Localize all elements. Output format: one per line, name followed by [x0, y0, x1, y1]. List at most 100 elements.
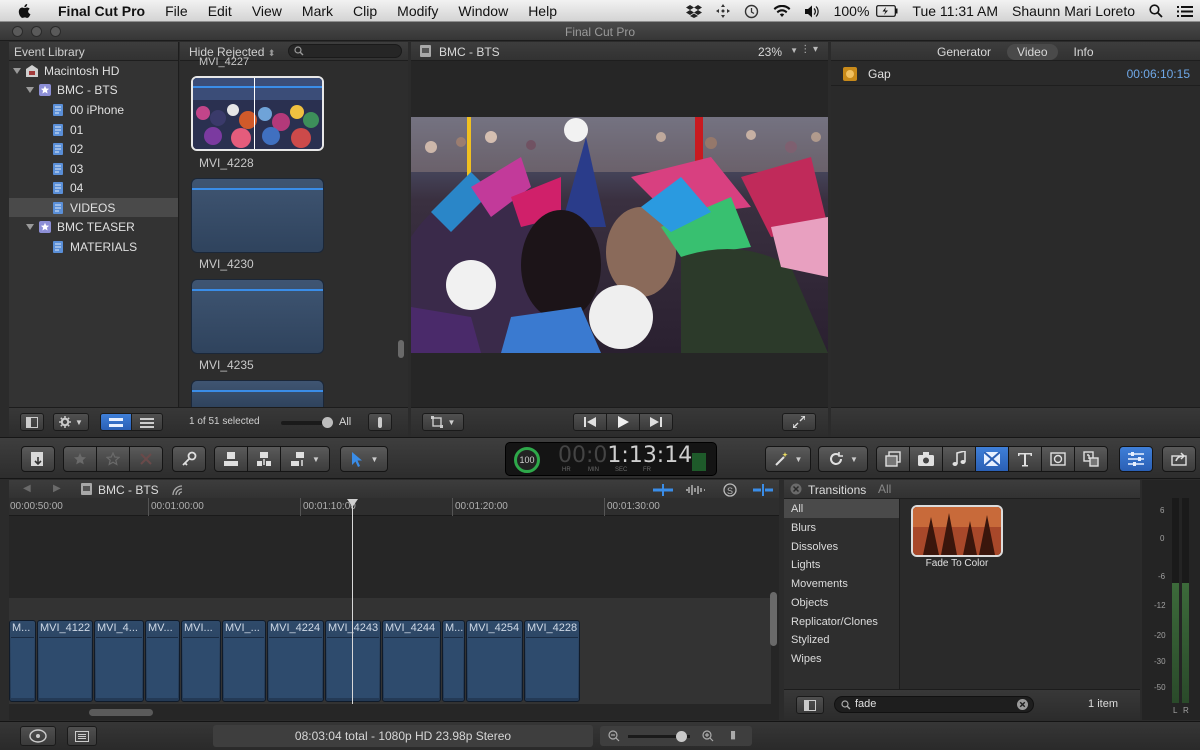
timeline-clip[interactable]: MV...: [145, 620, 180, 702]
fullscreen-button[interactable]: [782, 413, 816, 431]
transitions-search-field[interactable]: fade: [834, 696, 1034, 713]
tab-info[interactable]: Info: [1064, 44, 1104, 60]
zoom-dropdown-icon[interactable]: ▼: [790, 46, 798, 55]
clear-search-icon[interactable]: [1017, 699, 1028, 710]
volume-icon[interactable]: [804, 5, 820, 18]
timeline-zoom-control[interactable]: ▮: [600, 726, 752, 746]
clip-thumbnail-mvi-4235[interactable]: [191, 279, 324, 354]
tab-video[interactable]: Video: [1007, 44, 1058, 60]
insert-clip-button[interactable]: [247, 446, 281, 472]
menu-app-name[interactable]: Final Cut Pro: [48, 3, 155, 19]
inspector-toggle-button[interactable]: [1119, 446, 1153, 472]
category-blurs[interactable]: Blurs: [784, 518, 899, 537]
timeline-clip[interactable]: MVI_4...: [94, 620, 144, 702]
timeline-clip[interactable]: MVI_4243: [325, 620, 381, 702]
clock[interactable]: Tue 11:31 AM: [912, 3, 998, 19]
transition-thumbnail-fade-to-color[interactable]: [911, 505, 1003, 557]
audio-skimming-icon[interactable]: [685, 484, 705, 496]
menu-mark[interactable]: Mark: [292, 3, 343, 19]
timeline-clip[interactable]: MVI_4228: [524, 620, 580, 702]
menu-view[interactable]: View: [242, 3, 292, 19]
browser-scrollbar[interactable]: [398, 340, 404, 358]
photo-browser-button[interactable]: [909, 446, 943, 472]
disclosure-triangle-icon[interactable]: [26, 223, 34, 230]
zoom-options-icon[interactable]: ▮: [730, 728, 744, 744]
clip-thumbnail-mvi-4228[interactable]: [191, 76, 324, 151]
category-movements[interactable]: Movements: [784, 574, 899, 593]
primary-storyline[interactable]: M... MVI_4122 MVI_4... MV... MVI... MVI_…: [9, 598, 771, 704]
timeline-clip[interactable]: MVI_4244: [382, 620, 441, 702]
favorite-button[interactable]: [63, 446, 97, 472]
previous-edit-button[interactable]: [573, 413, 607, 431]
library-item-materials[interactable]: MATERIALS: [9, 237, 178, 256]
category-dissolves[interactable]: Dissolves: [784, 537, 899, 556]
apple-logo-icon[interactable]: [16, 2, 34, 20]
library-item-videos[interactable]: VIDEOS: [9, 198, 178, 217]
library-item-02[interactable]: 02: [9, 139, 178, 158]
menu-edit[interactable]: Edit: [198, 3, 242, 19]
toggle-sidebar-button[interactable]: [796, 696, 824, 714]
generators-browser-button[interactable]: [1041, 446, 1075, 472]
timeline-clip[interactable]: MVI_...: [222, 620, 266, 702]
browser-search-field[interactable]: [288, 44, 402, 58]
notification-center-icon[interactable]: [1177, 5, 1193, 18]
timeline-clip[interactable]: MVI_4122: [37, 620, 93, 702]
snapping-icon[interactable]: [753, 484, 773, 496]
next-edit-button[interactable]: [639, 413, 673, 431]
timeline-clip[interactable]: MVI...: [181, 620, 221, 702]
viewer-transform-button[interactable]: ▼: [422, 413, 464, 431]
library-item-bmc-teaser[interactable]: BMC TEASER: [9, 217, 178, 236]
transitions-filter[interactable]: All: [878, 482, 891, 496]
library-item-03[interactable]: 03: [9, 159, 178, 178]
category-stylized[interactable]: Stylized: [784, 630, 899, 649]
playhead[interactable]: [347, 499, 358, 704]
library-item-04[interactable]: 04: [9, 178, 178, 197]
solo-icon[interactable]: S: [723, 483, 737, 497]
clip-appearance-button[interactable]: [368, 413, 392, 431]
timeline-vertical-scrollbar[interactable]: [770, 592, 777, 646]
category-objects[interactable]: Objects: [784, 593, 899, 612]
category-wipes[interactable]: Wipes: [784, 649, 899, 668]
zoom-out-icon[interactable]: [608, 730, 620, 742]
disclosure-triangle-icon[interactable]: [13, 67, 21, 74]
move-arrows-icon[interactable]: [715, 4, 730, 18]
timeline-forward-icon[interactable]: ▶: [53, 483, 61, 494]
background-tasks-indicator[interactable]: 100: [514, 447, 540, 473]
transitions-browser-button[interactable]: [975, 446, 1009, 472]
viewer-options-icon[interactable]: ⋮ ▾: [800, 44, 818, 55]
menu-file[interactable]: File: [155, 3, 198, 19]
wifi-icon[interactable]: [773, 4, 791, 18]
append-clip-button[interactable]: ▼: [280, 446, 330, 472]
timeline-index-button[interactable]: [67, 726, 97, 746]
play-button[interactable]: [606, 413, 640, 431]
duration-filter-label[interactable]: All: [339, 416, 351, 428]
menu-modify[interactable]: Modify: [387, 3, 448, 19]
timeline-history-icon[interactable]: [172, 484, 188, 496]
time-machine-icon[interactable]: [744, 4, 759, 19]
select-tool-button[interactable]: ▼: [340, 446, 388, 472]
skimming-toggle-icon[interactable]: [653, 484, 673, 496]
dropbox-icon[interactable]: [685, 4, 702, 18]
spotlight-search-icon[interactable]: [1149, 4, 1163, 18]
slider-knob[interactable]: [322, 417, 333, 428]
import-media-button[interactable]: [21, 446, 55, 472]
category-all[interactable]: All: [784, 499, 899, 518]
zoom-in-icon[interactable]: [702, 730, 714, 742]
library-item-00-iphone[interactable]: 00 iPhone: [9, 100, 178, 119]
titles-browser-button[interactable]: [1008, 446, 1042, 472]
close-browser-icon[interactable]: [790, 483, 802, 495]
clip-thumbnail-mvi-4230[interactable]: [191, 178, 324, 253]
timeline-clip[interactable]: MVI_4224: [267, 620, 324, 702]
share-button[interactable]: [1162, 446, 1196, 472]
music-browser-button[interactable]: [942, 446, 976, 472]
list-view-button[interactable]: [131, 413, 163, 431]
menu-help[interactable]: Help: [518, 3, 567, 19]
user-name[interactable]: Shaunn Mari Loreto: [1012, 3, 1135, 19]
timeline-clip[interactable]: M...: [442, 620, 465, 702]
zoom-slider-knob[interactable]: [676, 731, 687, 742]
category-replicator-clones[interactable]: Replicator/Clones: [784, 612, 899, 631]
clip-size-slider[interactable]: [281, 417, 333, 428]
keyword-editor-button[interactable]: [172, 446, 206, 472]
battery-icon[interactable]: [876, 5, 898, 17]
filmstrip-view-button[interactable]: [100, 413, 132, 431]
